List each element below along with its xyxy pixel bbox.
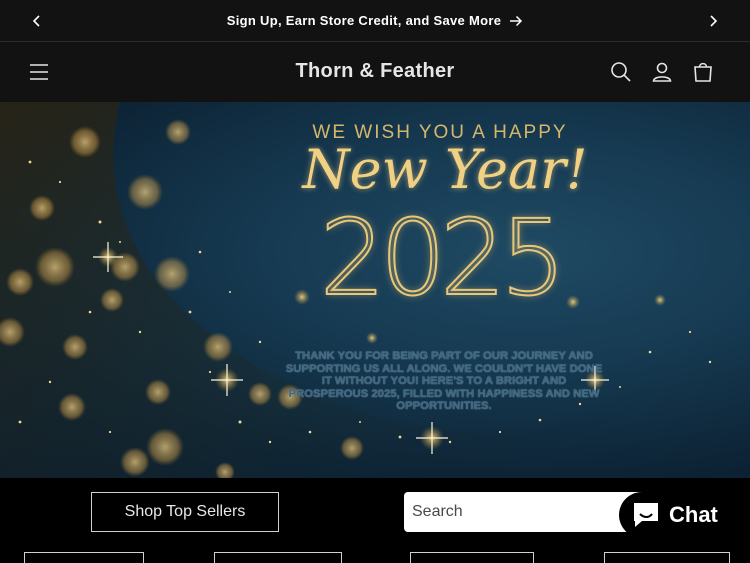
- account-button[interactable]: [650, 60, 674, 84]
- thank-you-message: THANK YOU FOR BEING PART OF OUR JOURNEY …: [285, 350, 603, 412]
- chevron-left-icon: [32, 15, 40, 27]
- collection-tile[interactable]: [214, 552, 342, 563]
- announcement-bar: Sign Up, Earn Store Credit, and Save Mor…: [0, 0, 750, 42]
- new-year-script: New Year!: [302, 138, 588, 201]
- collection-tile[interactable]: [604, 552, 730, 563]
- site-header: Thorn & Feather: [0, 42, 750, 102]
- menu-button[interactable]: [27, 60, 51, 84]
- shop-top-sellers-button[interactable]: Shop Top Sellers: [91, 492, 279, 532]
- chat-button[interactable]: Chat: [619, 492, 733, 538]
- collection-tile[interactable]: [410, 552, 534, 563]
- search-icon: [611, 62, 631, 82]
- search-button[interactable]: [609, 60, 633, 84]
- collection-tile[interactable]: [24, 552, 144, 563]
- store-name-link[interactable]: Thorn & Feather: [296, 60, 455, 82]
- arrow-right-icon: [510, 15, 523, 26]
- search-input[interactable]: [412, 503, 612, 521]
- user-icon: [652, 62, 672, 82]
- cart-button[interactable]: [691, 60, 715, 84]
- previous-announcement-button[interactable]: [27, 11, 47, 31]
- search-form: [404, 492, 644, 532]
- hamburger-icon: [30, 64, 48, 80]
- announcement-text: Sign Up, Earn Store Credit, and Save Mor…: [226, 13, 502, 28]
- store-logo: Thorn & Feather: [0, 60, 750, 83]
- shopping-bag-icon: [694, 62, 712, 82]
- next-announcement-button[interactable]: [703, 11, 723, 31]
- chat-label: Chat: [669, 502, 718, 527]
- announcement-link[interactable]: Sign Up, Earn Store Credit, and Save Mor…: [227, 13, 524, 28]
- hero-banner: WE WISH YOU A HAPPY New Year! 2025 THANK…: [0, 102, 750, 478]
- year-text: 2025: [319, 197, 568, 319]
- quick-actions: Shop Top Sellers Chat: [0, 478, 750, 563]
- chat-bubble-icon: [634, 503, 658, 527]
- chevron-right-icon: [710, 15, 718, 27]
